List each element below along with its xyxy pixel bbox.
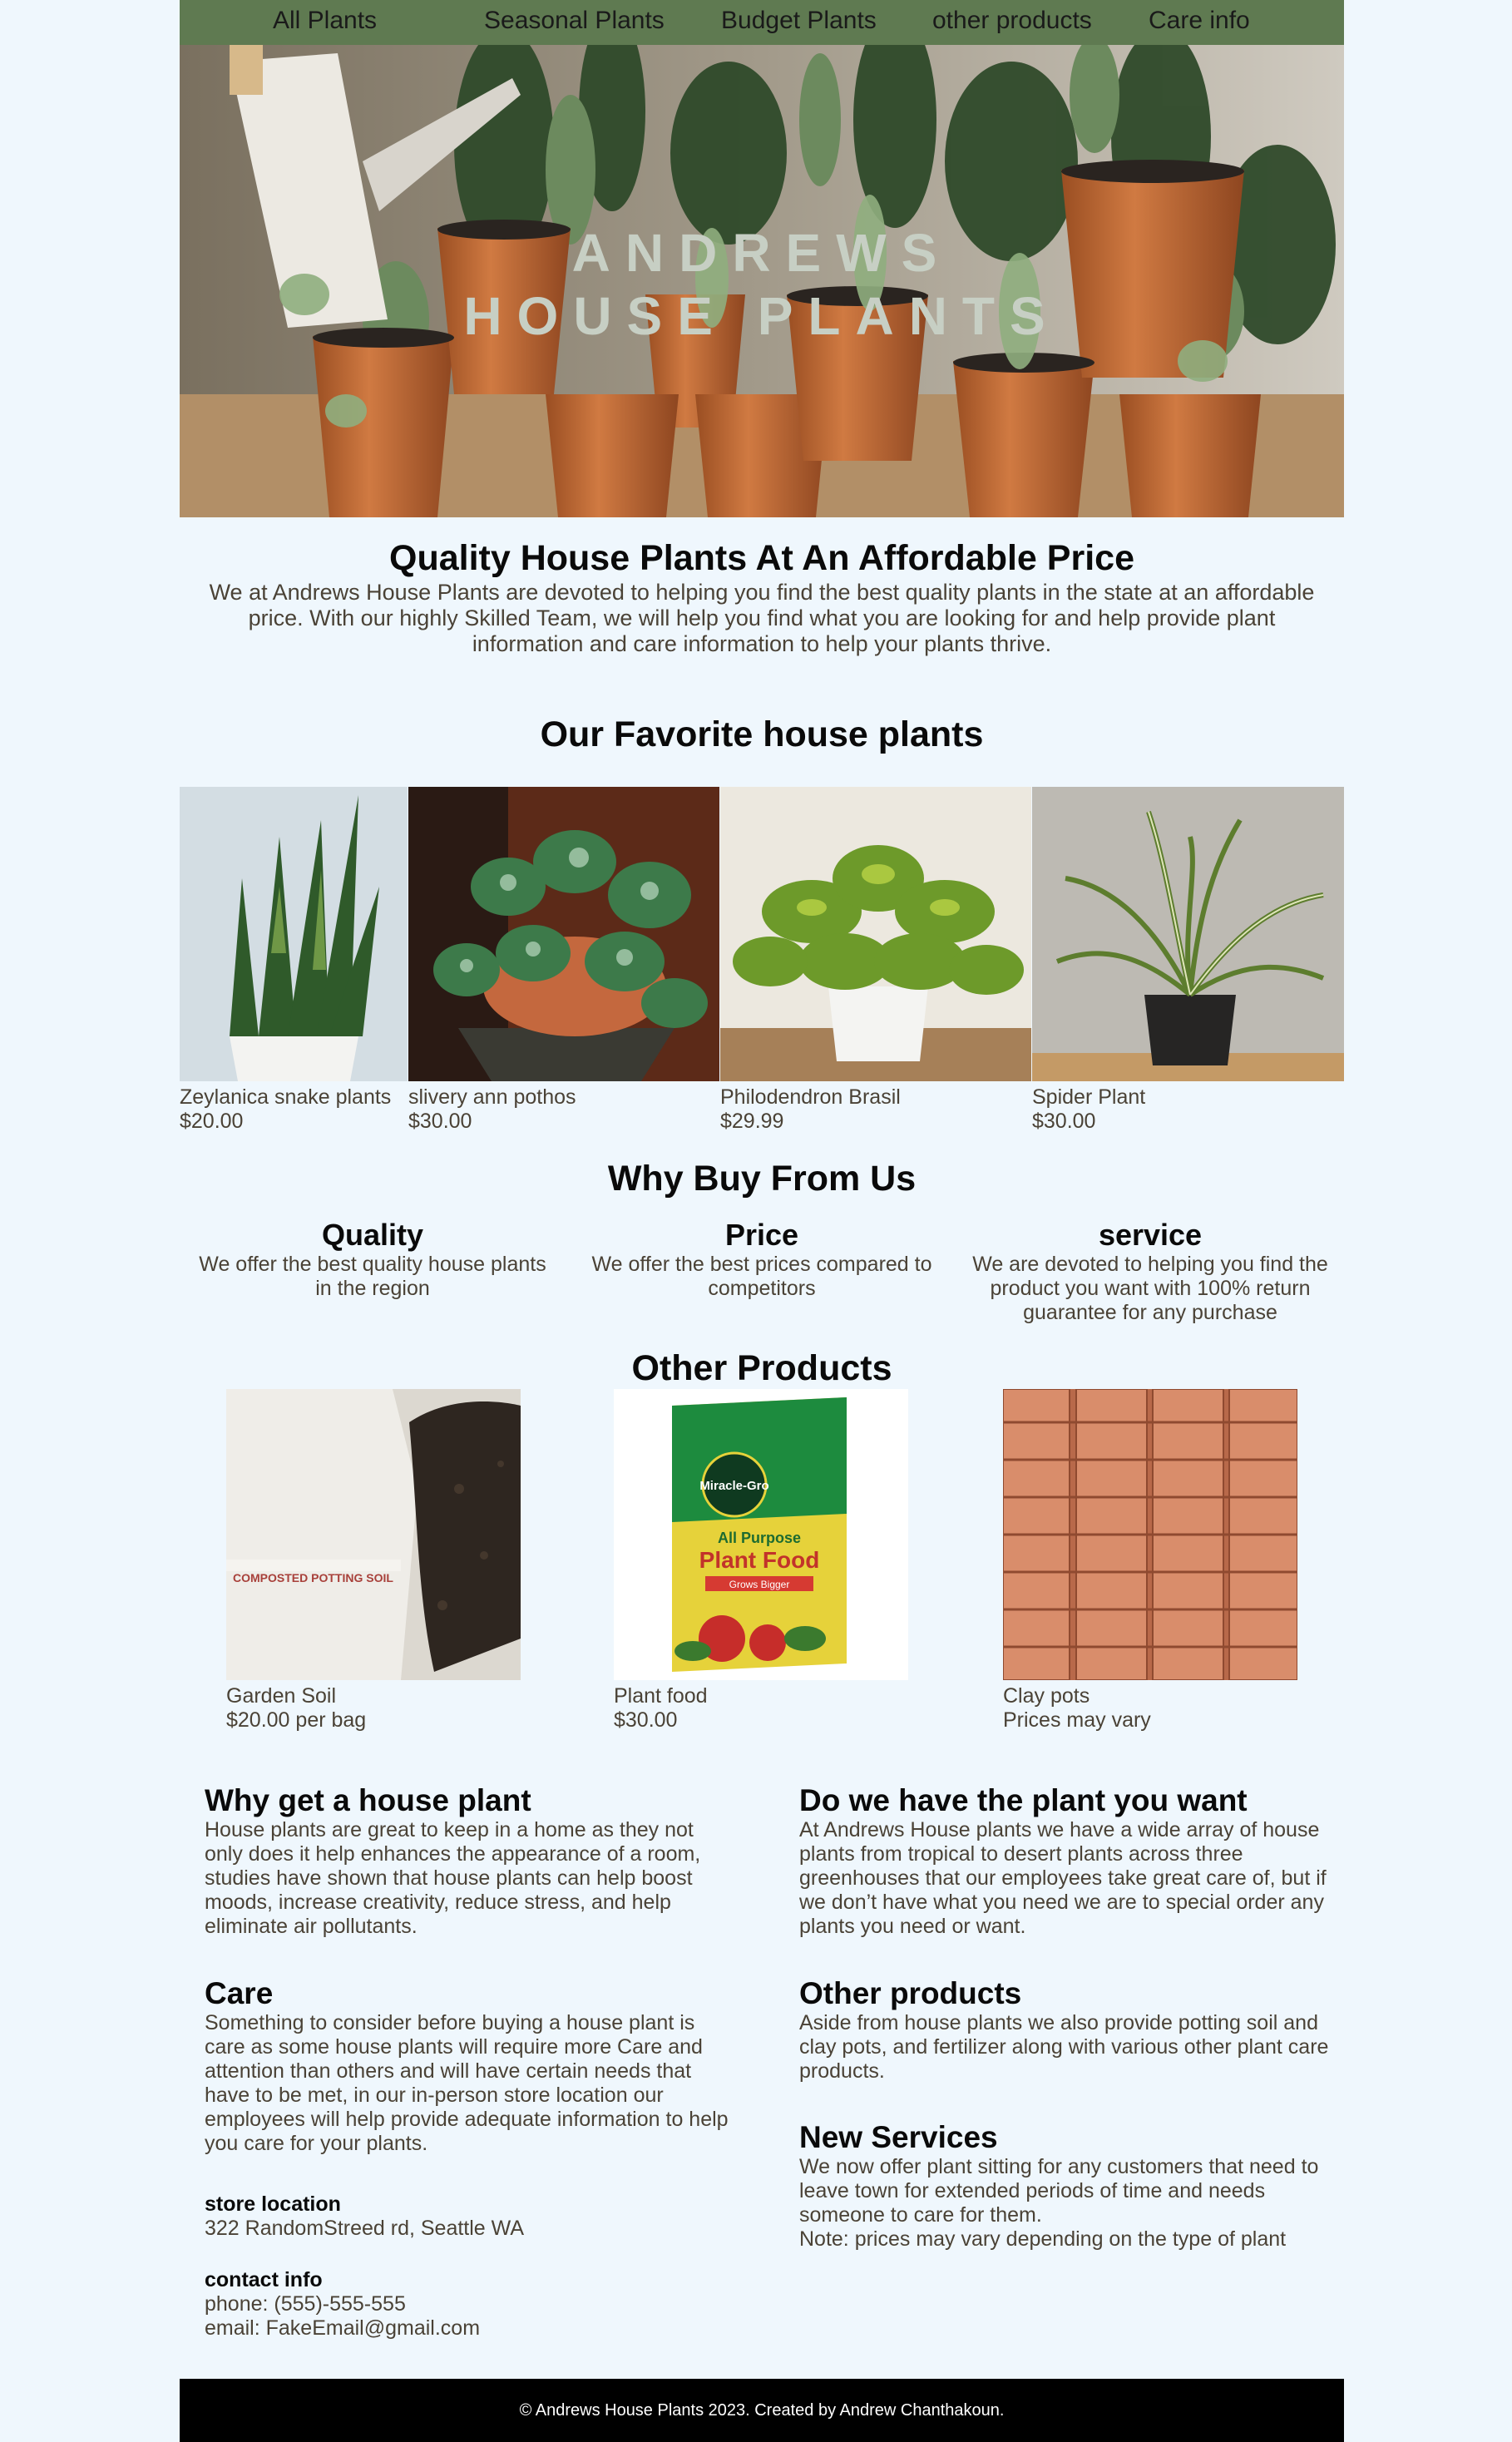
product-name: Clay pots [1003, 1684, 1090, 1708]
snake-plant-image[interactable] [180, 787, 408, 1081]
product-price: Prices may vary [1003, 1708, 1151, 1732]
why-col-title: Quality [321, 1218, 424, 1252]
nav-seasonal-plants[interactable]: Seasonal Plants [484, 7, 665, 35]
section-text: Aside from house plants we also provide … [799, 2011, 1329, 2083]
why-service: service We are devoted to helping you fi… [971, 1218, 1329, 1325]
section-text: We now offer plant sitting for any custo… [799, 2155, 1319, 2227]
why-col-title: Price [724, 1218, 799, 1252]
hero-title-line2: HOUSE PLANTS [463, 286, 1060, 346]
favorites-heading: Our Favorite house plants [540, 714, 984, 754]
section-title: Care [205, 1976, 274, 2010]
pothos-image[interactable] [408, 787, 719, 1081]
product-name: Philodendron Brasil [720, 1085, 901, 1109]
product-name: Spider Plant [1032, 1085, 1146, 1109]
favorite-card-3: Philodendron Brasil $29.99 [720, 1085, 901, 1134]
store-address: 322 RandomStreed rd, Seattle WA [205, 2217, 524, 2240]
product-price: $30.00 [408, 1110, 472, 1133]
product-name: Plant food [614, 1684, 708, 1708]
plant-food-image[interactable]: Miracle-Gro All Purpose Plant Food Grows… [614, 1389, 908, 1680]
section-title: Other products [799, 1976, 1022, 2010]
product-price: $30.00 [1032, 1110, 1096, 1133]
product-name: Zeylanica snake plants [180, 1085, 392, 1109]
why-col-text: We offer the best quality house plants i… [199, 1253, 546, 1300]
philodendron-image[interactable] [720, 787, 1031, 1081]
new-services-section: New Services We now offer plant sitting … [799, 2120, 1332, 2252]
section-title: New Services [799, 2120, 998, 2154]
section-text: At Andrews House plants we have a wide a… [799, 1818, 1327, 1938]
other-products-section: Other products Aside from house plants w… [799, 1976, 1332, 2084]
section-note: Note: prices may vary depending on the t… [799, 2227, 1287, 2251]
product-name: Garden Soil [226, 1684, 337, 1708]
store-location-label: store location [205, 2192, 341, 2216]
product-price: $20.00 [180, 1110, 244, 1133]
product-price: $29.99 [720, 1110, 784, 1133]
why-house-plant-section: Why get a house plant House plants are g… [205, 1783, 737, 1939]
why-col-title: service [1098, 1218, 1203, 1252]
box-label-3: Grows Bigger [729, 1579, 790, 1590]
contact-info-label: contact info [205, 2268, 323, 2291]
product-price: $30.00 [614, 1708, 678, 1732]
garden-soil-image[interactable]: COMPOSTED POTTING SOIL [226, 1389, 521, 1680]
nav-all-plants[interactable]: All Plants [273, 7, 377, 35]
section-text: Something to consider before buying a ho… [205, 2011, 729, 2155]
soil-bag-label: COMPOSTED POTTING SOIL [233, 1571, 393, 1584]
nav-care-info[interactable]: Care info [1149, 7, 1250, 35]
have-plant-section: Do we have the plant you want At Andrews… [799, 1783, 1332, 1939]
product-name: slivery ann pothos [408, 1085, 576, 1109]
other-product-card-2: Plant food $30.00 [614, 1684, 708, 1733]
intro-heading: Quality House Plants At An Affordable Pr… [389, 538, 1134, 578]
box-label-2: Plant Food [699, 1547, 820, 1573]
why-col-text: We offer the best prices compared to com… [591, 1253, 932, 1300]
favorite-card-2: slivery ann pothos $30.00 [408, 1085, 576, 1134]
brand-logo: Miracle-Gro [699, 1479, 768, 1493]
why-col-text: We are devoted to helping you find the p… [972, 1253, 1328, 1324]
footer: © Andrews House Plants 2023. Created by … [180, 2379, 1344, 2442]
intro-text: We at Andrews House Plants are devoted t… [209, 580, 1315, 656]
section-title: Why get a house plant [205, 1783, 531, 1817]
care-section: Care Something to consider before buying… [205, 1976, 737, 2156]
other-product-card-1: Garden Soil $20.00 per bag [226, 1684, 366, 1733]
nav-other-products[interactable]: other products [932, 7, 1092, 35]
spider-plant-image[interactable] [1032, 787, 1344, 1081]
top-nav: All Plants Seasonal Plants Budget Plants… [180, 0, 1344, 45]
contact-phone: phone: (555)-555-555 [205, 2292, 406, 2316]
section-text: House plants are great to keep in a home… [205, 1818, 701, 1938]
store-location: store location 322 RandomStreed rd, Seat… [205, 2192, 737, 2241]
nav-budget-plants[interactable]: Budget Plants [721, 7, 877, 35]
why-heading: Why Buy From Us [607, 1159, 917, 1199]
favorite-card-4: Spider Plant $30.00 [1032, 1085, 1145, 1134]
hero-banner: ANDREWS HOUSE PLANTS [180, 45, 1344, 517]
other-products-heading: Other Products [631, 1348, 892, 1388]
section-title: Do we have the plant you want [799, 1783, 1248, 1817]
why-price: Price We offer the best prices compared … [583, 1218, 941, 1301]
hero-title-line1: ANDREWS [571, 223, 952, 283]
clay-pots-image[interactable] [1003, 1389, 1297, 1680]
box-label-1: All Purpose [718, 1530, 801, 1546]
page: All Plants Seasonal Plants Budget Plants… [180, 0, 1344, 2442]
contact-info: contact info phone: (555)-555-555 email:… [205, 2268, 737, 2341]
favorite-card-1: Zeylanica snake plants $20.00 [180, 1085, 391, 1134]
product-price: $20.00 per bag [226, 1708, 367, 1732]
contact-email: email: FakeEmail@gmail.com [205, 2316, 481, 2340]
why-quality: Quality We offer the best quality house … [194, 1218, 551, 1301]
other-product-card-3: Clay pots Prices may vary [1003, 1684, 1151, 1733]
